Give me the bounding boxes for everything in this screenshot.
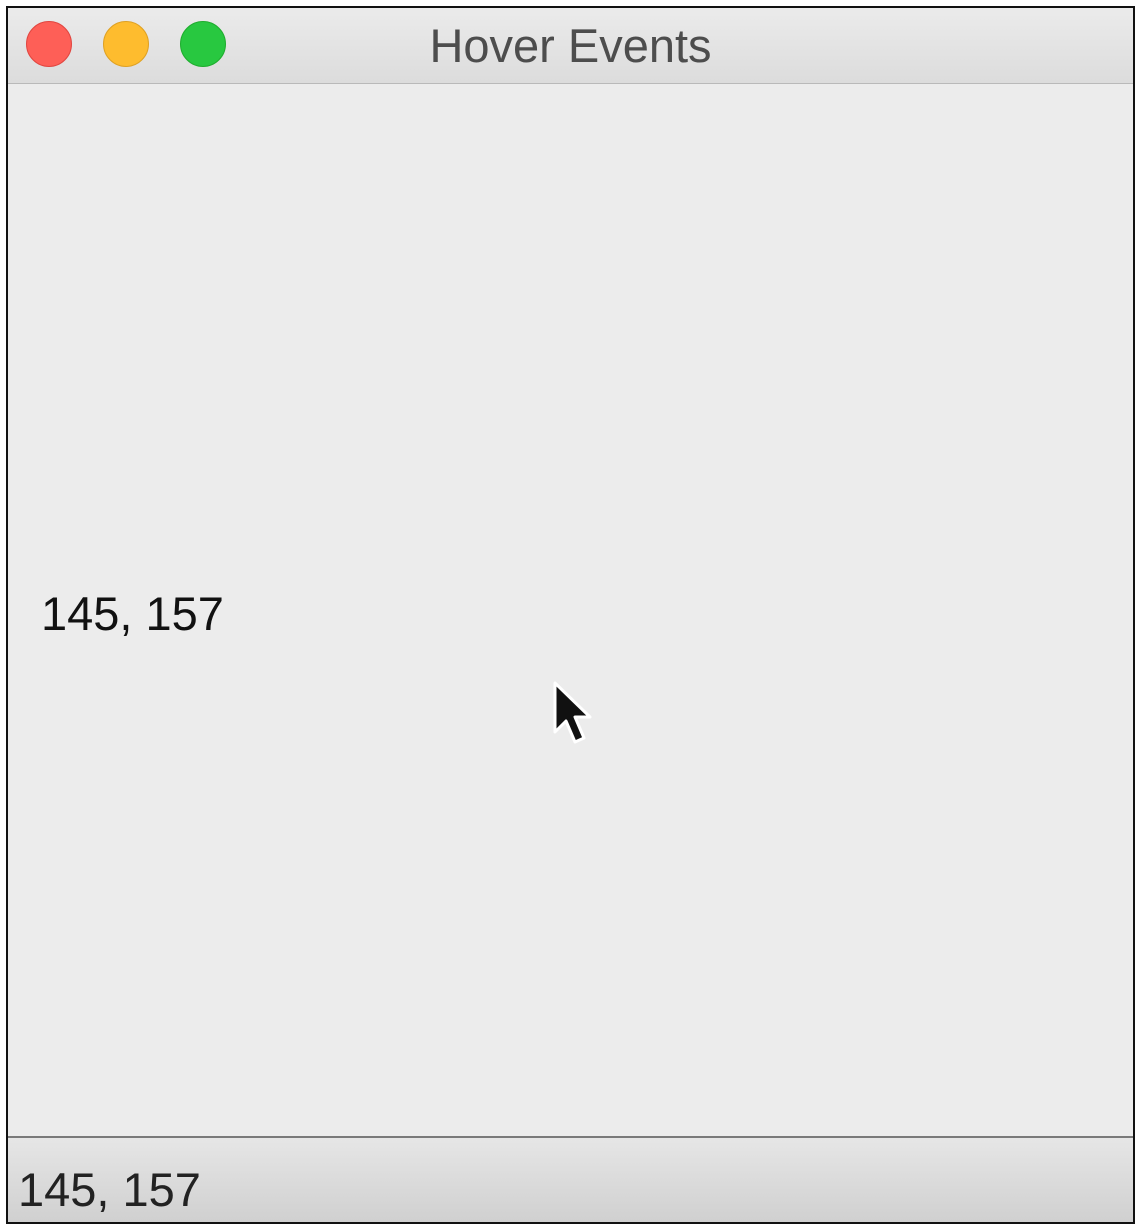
- app-window: Hover Events 145, 157 145, 157: [6, 6, 1135, 1224]
- status-bar: 145, 157: [8, 1136, 1133, 1222]
- title-bar[interactable]: Hover Events: [8, 8, 1133, 84]
- status-coordinates: 145, 157: [18, 1163, 201, 1216]
- arrow-pointer-icon: [553, 681, 592, 744]
- coordinates-label: 145, 157: [41, 587, 224, 640]
- hover-area[interactable]: 145, 157: [8, 84, 1133, 1136]
- window-title: Hover Events: [429, 19, 712, 72]
